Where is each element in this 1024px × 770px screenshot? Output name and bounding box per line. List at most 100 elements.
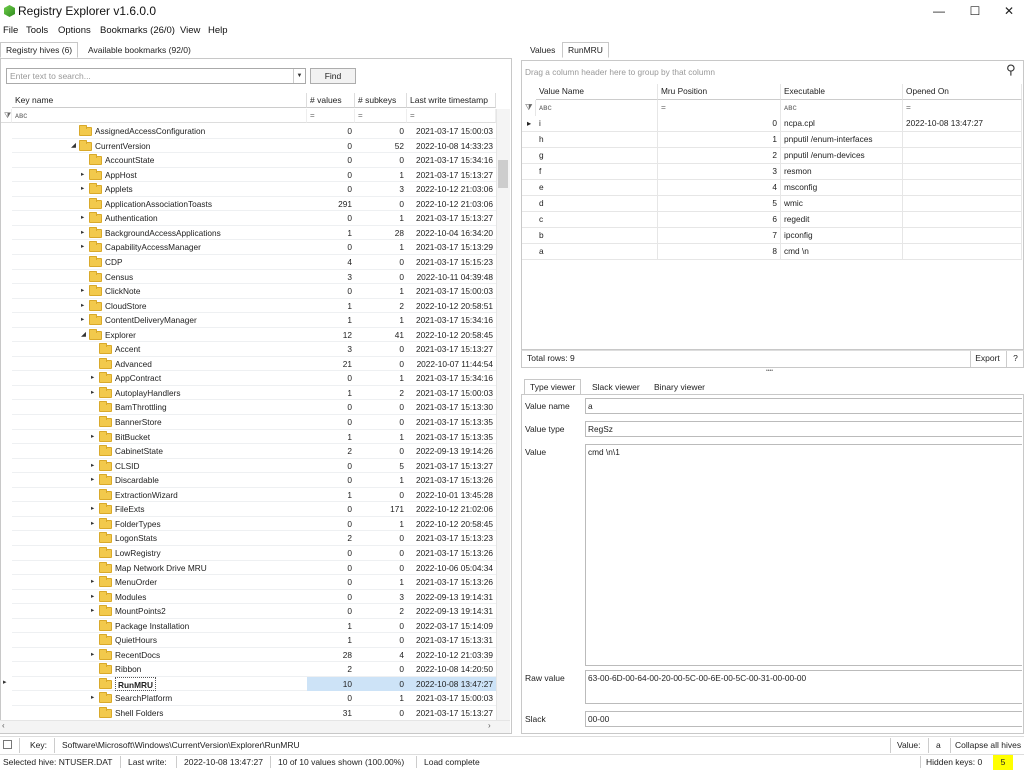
expand-arrow-icon[interactable]: ▸ (91, 691, 94, 705)
tree-row[interactable]: BannerStore 0 0 2021-03-17 15:13:35 (12, 415, 496, 430)
splitter-handle[interactable]: •••• (766, 368, 773, 374)
filter-last-write[interactable]: = (407, 109, 496, 123)
value-row[interactable]: h 1 pnputil /enum-interfaces (522, 132, 1022, 148)
expand-arrow-icon[interactable]: ▸ (91, 502, 94, 516)
menu-help[interactable]: Help (208, 25, 228, 36)
column-header-opened-on[interactable]: Opened On (903, 84, 1022, 100)
collapse-arrow-icon[interactable]: ◢ (81, 328, 86, 342)
column-header-last-write[interactable]: Last write timestamp (407, 93, 496, 108)
value-row[interactable]: g 2 pnputil /enum-devices (522, 148, 1022, 164)
expand-arrow-icon[interactable]: ▸ (91, 517, 94, 531)
value-row[interactable]: e 4 msconfig (522, 180, 1022, 196)
values-filter-icon[interactable]: ⧩ (522, 100, 536, 116)
slack-field[interactable]: 00-00 (585, 711, 1022, 727)
tree-scrollbar-thumb[interactable] (498, 160, 508, 188)
tree-row[interactable]: ▸ AppHost 0 1 2021-03-17 15:13:27 (12, 168, 496, 183)
tree-row[interactable]: LogonStats 2 0 2021-03-17 15:13:23 (12, 531, 496, 546)
expand-arrow-icon[interactable]: ▸ (81, 168, 84, 182)
tree-row[interactable]: AccountState 0 0 2021-03-17 15:34:16 (12, 153, 496, 168)
tree-row[interactable]: ▸ ClickNote 0 1 2021-03-17 15:00:03 (12, 284, 496, 299)
expand-arrow-icon[interactable]: ▸ (91, 590, 94, 604)
tree-row[interactable]: ApplicationAssociationToasts 291 0 2022-10-… (12, 197, 496, 212)
value-row[interactable]: c 6 regedit (522, 212, 1022, 228)
expand-arrow-icon[interactable]: ▸ (91, 604, 94, 618)
value-data-field[interactable]: cmd \n\1 (585, 444, 1022, 666)
export-button[interactable]: Export (970, 351, 1004, 367)
scroll-right-icon[interactable]: › (488, 721, 491, 730)
tree-row[interactable]: ▸ CapabilityAccessManager 0 1 2021-03-17 15:… (12, 240, 496, 255)
menu-file[interactable]: File (3, 25, 18, 36)
tab-runmru[interactable]: RunMRU (562, 42, 609, 58)
tree-row[interactable]: ▸ CLSID 0 5 2021-03-17 15:13:27 (12, 459, 496, 474)
tree-row[interactable]: RunMRU 10 0 2022-10-08 13:47:27 (12, 676, 496, 692)
expand-arrow-icon[interactable]: ▸ (91, 386, 94, 400)
tab-slack-viewer[interactable]: Slack viewer (586, 379, 646, 395)
tree-row[interactable]: Map Network Drive MRU 0 0 2022-10-06 05:04:… (12, 561, 496, 576)
column-header-mru-position[interactable]: Mru Position (658, 84, 781, 100)
tree-row[interactable]: CDP 4 0 2021-03-17 15:15:23 (12, 255, 496, 270)
tree-row[interactable]: ▸ Discardable 0 1 2021-03-17 15:13:26 (12, 473, 496, 488)
tab-available-bookmarks[interactable]: Available bookmarks (92/0) (82, 42, 197, 58)
value-row[interactable]: f 3 resmon (522, 164, 1022, 180)
help-button[interactable]: ? (1006, 351, 1024, 367)
expand-arrow-icon[interactable]: ▸ (91, 430, 94, 444)
bookmark-checkbox[interactable] (3, 740, 12, 749)
tree-row[interactable]: ▸ RecentDocs 28 4 2022-10-12 21:03:39 (12, 648, 496, 663)
filter-key-name[interactable]: ᴀʙc (12, 109, 307, 123)
expand-arrow-icon[interactable]: ▸ (91, 371, 94, 385)
tree-row[interactable]: Ribbon 2 0 2022-10-08 14:20:50 (12, 662, 496, 677)
close-button[interactable]: ✕ (994, 2, 1024, 20)
filter-opened-on[interactable]: = (903, 100, 1022, 116)
tree-row[interactable]: ExtractionWizard 1 0 2022-10-01 13:45:28 (12, 488, 496, 503)
tree-row[interactable]: Census 3 0 2022-10-11 04:39:48 (12, 270, 496, 285)
column-header-executable[interactable]: Executable (781, 84, 903, 100)
tree-row[interactable]: ▸ FolderTypes 0 1 2022-10-12 20:58:45 (12, 517, 496, 532)
tree-row[interactable]: ▸ CloudStore 1 2 2022-10-12 20:58:51 (12, 299, 496, 314)
column-header-key-name[interactable]: Key name (12, 93, 307, 108)
tree-row[interactable]: Package Installation 1 0 2022-03-17 15:14:0… (12, 619, 496, 634)
menu-view[interactable]: View (180, 25, 200, 36)
maximize-button[interactable]: ☐ (960, 2, 990, 20)
expand-arrow-icon[interactable]: ▸ (81, 299, 84, 313)
expand-arrow-icon[interactable]: ▸ (81, 313, 84, 327)
tree-row[interactable]: Accent 3 0 2021-03-17 15:13:27 (12, 342, 496, 357)
tree-horizontal-scrollbar[interactable] (0, 720, 510, 733)
expand-arrow-icon[interactable]: ▸ (81, 182, 84, 196)
filter-value-name[interactable]: ᴀʙc (536, 100, 658, 116)
tree-row[interactable]: ▸ Authentication 0 1 2021-03-17 15:13:27 (12, 211, 496, 226)
tree-row[interactable]: Advanced 21 0 2022-10-07 11:44:54 (12, 357, 496, 372)
search-input[interactable]: Enter text to search... (6, 68, 306, 84)
tree-row[interactable]: ◢ CurrentVersion 0 52 2022-10-08 14:33:23 (12, 139, 496, 154)
tree-row[interactable]: ▸ AppContract 0 1 2021-03-17 15:34:16 (12, 371, 496, 386)
menu-bookmarks[interactable]: Bookmarks (26/0) (100, 25, 175, 36)
tree-row[interactable]: Shell Folders 31 0 2021-03-17 15:13:27 (12, 706, 496, 721)
filter-executable[interactable]: ᴀʙc (781, 100, 903, 116)
tree-row[interactable]: ▸ Modules 0 3 2022-09-13 19:14:31 (12, 590, 496, 605)
collapse-arrow-icon[interactable]: ◢ (71, 139, 76, 153)
tree-row[interactable]: LowRegistry 0 0 2021-03-17 15:13:26 (12, 546, 496, 561)
tab-values[interactable]: Values (524, 42, 561, 58)
expand-arrow-icon[interactable]: ▸ (81, 226, 84, 240)
filter-values[interactable]: = (307, 109, 355, 123)
tree-row[interactable]: ▸ MountPoints2 0 2 2022-09-13 19:14:31 (12, 604, 496, 619)
tree-row[interactable]: QuietHours 1 0 2021-03-17 15:13:31 (12, 633, 496, 648)
tab-type-viewer[interactable]: Type viewer (524, 379, 582, 395)
tree-row[interactable]: ▸ BitBucket 1 1 2021-03-17 15:13:35 (12, 430, 496, 445)
search-icon[interactable]: ⚲ (1006, 62, 1016, 78)
value-row[interactable]: ▸ i 0 ncpa.cpl 2022-10-08 13:47:27 (522, 116, 1022, 132)
value-name-field[interactable]: a (585, 398, 1022, 414)
menu-tools[interactable]: Tools (26, 25, 48, 36)
find-button[interactable]: Find (310, 68, 356, 84)
expand-arrow-icon[interactable]: ▸ (91, 575, 94, 589)
value-row[interactable]: d 5 wmic (522, 196, 1022, 212)
scroll-left-icon[interactable]: ‹ (2, 721, 5, 730)
search-history-dropdown[interactable]: ▼ (293, 69, 305, 83)
raw-value-field[interactable]: 63-00-6D-00-64-00-20-00-5C-00-6E-00-5C-0… (585, 670, 1022, 704)
minimize-button[interactable]: — (924, 2, 954, 20)
filter-icon[interactable]: ⧩ (1, 109, 12, 123)
tree-row[interactable]: CabinetState 2 0 2022-09-13 19:14:26 (12, 444, 496, 459)
expand-arrow-icon[interactable]: ▸ (81, 240, 84, 254)
tree-row[interactable]: ▸ ContentDeliveryManager 1 1 2021-03-17 15:3… (12, 313, 496, 328)
filter-subkeys[interactable]: = (355, 109, 407, 123)
tree-row[interactable]: BamThrottling 0 0 2021-03-17 15:13:30 (12, 400, 496, 416)
